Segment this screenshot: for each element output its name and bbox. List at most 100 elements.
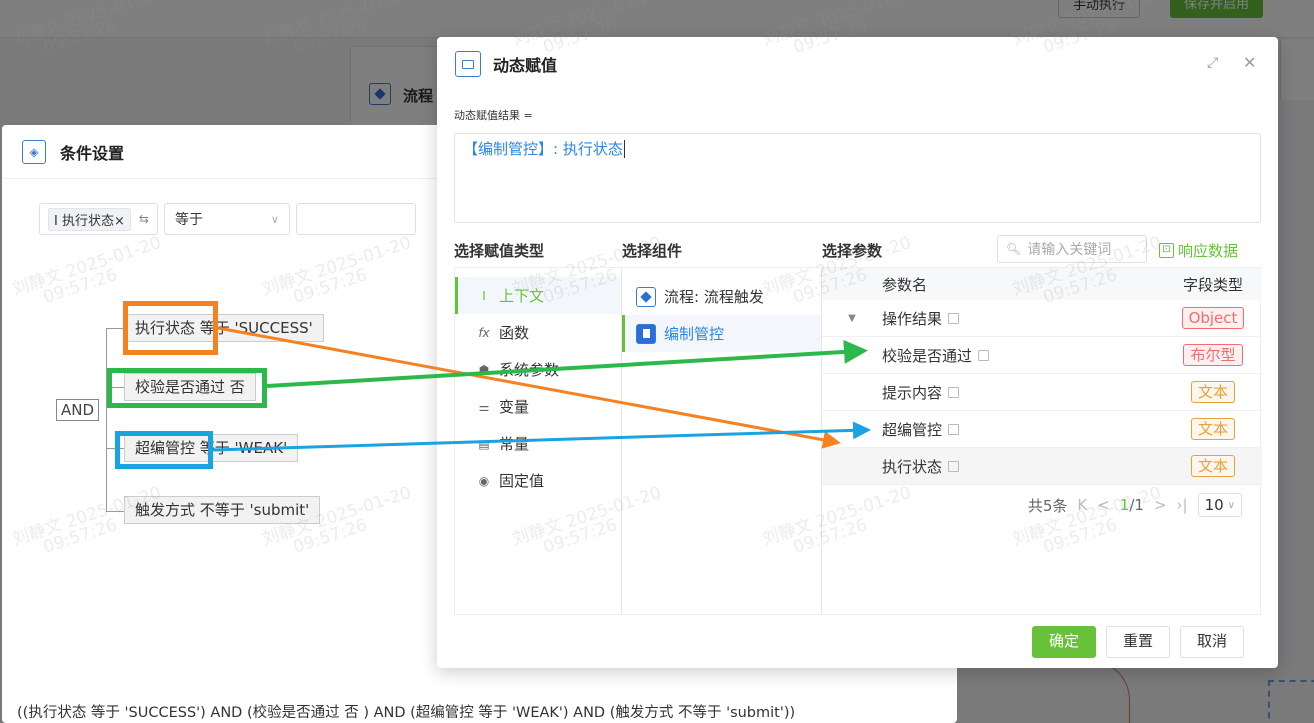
condition-node[interactable]: 触发方式 不等于 'submit'	[124, 496, 321, 524]
highlight-box-green	[107, 368, 267, 408]
tree-connector	[106, 328, 107, 511]
component-list: 流程: 流程触发 编制管控	[622, 268, 822, 614]
type-tag: 布尔型	[1183, 344, 1243, 366]
response-data-icon: ⊡	[1159, 243, 1174, 258]
document-icon	[636, 323, 656, 344]
monitor-icon	[455, 51, 481, 77]
condition-toolbar: I 执行状态× ⇆ 等于 ∨	[39, 203, 416, 235]
cancel-button[interactable]: 取消	[1180, 626, 1245, 658]
condition-dialog-title: 条件设置	[60, 144, 125, 163]
variable-icon: ⚌	[478, 399, 490, 414]
chevron-down-icon: ∨	[270, 212, 279, 226]
type-item-fixed-value[interactable]: ◉ 固定值	[455, 462, 621, 499]
response-data-label: 响应数据	[1178, 242, 1239, 260]
param-name: 操作结果	[882, 309, 943, 328]
search-icon: 🔍︎	[1006, 242, 1022, 256]
close-icon[interactable]: ✕	[1243, 53, 1256, 72]
dialog-header: 动态赋值 ⤢ ✕	[437, 37, 1278, 89]
expand-arrow-icon[interactable]: ▼	[822, 313, 882, 324]
type-item-context[interactable]: I 上下文	[455, 277, 621, 314]
component-column-title: 选择组件	[622, 242, 683, 260]
type-label: 上下文	[499, 287, 545, 305]
response-data-toggle[interactable]: ⊡ 响应数据	[1159, 240, 1238, 261]
type-item-constant[interactable]: ▤ 常量	[455, 425, 621, 462]
first-page-button[interactable]: K	[1077, 496, 1087, 514]
result-editor[interactable]: 【编制管控】: 执行状态	[454, 133, 1261, 223]
type-label: 常量	[499, 435, 530, 453]
type-item-variable[interactable]: ⚌ 变量	[455, 388, 621, 425]
field-chip-label: 执行状态	[61, 213, 114, 229]
fixed-value-icon: ◉	[478, 473, 490, 488]
and-operator[interactable]: AND	[56, 399, 100, 421]
field-icon	[948, 386, 960, 398]
param-name: 执行状态	[882, 457, 943, 476]
component-label: 编制管控	[664, 325, 725, 343]
field-chip: I 执行状态×	[48, 207, 131, 231]
component-item-staffing-control[interactable]: 编制管控	[622, 315, 821, 352]
type-tag: 文本	[1190, 381, 1235, 403]
page-size-value: 10	[1204, 496, 1224, 514]
operator-value: 等于	[174, 212, 203, 228]
param-row[interactable]: 超编管控 文本	[822, 411, 1262, 448]
field-icon	[978, 349, 990, 361]
current-page: 1	[1119, 496, 1130, 514]
link-icon[interactable]: ⇆	[139, 212, 149, 226]
chip-close-icon[interactable]: ×	[114, 214, 125, 229]
next-page-button[interactable]: >	[1154, 496, 1167, 514]
type-label: 函数	[499, 324, 530, 342]
highlight-box-orange	[123, 301, 218, 355]
param-row[interactable]: ▼ 操作结果 Object	[822, 300, 1262, 337]
result-value: 【编制管控】: 执行状态	[463, 140, 625, 158]
dialog-title: 动态赋值	[493, 56, 558, 75]
component-label: 流程: 流程触发	[664, 288, 764, 306]
type-tag: 文本	[1190, 455, 1235, 477]
total-pages: /1	[1129, 496, 1144, 514]
type-tag: Object	[1181, 307, 1245, 329]
field-icon	[948, 423, 960, 435]
type-list: I 上下文 fx 函数 ⬢ 系统参数 ⚌ 变量 ▤ 常量 ◉ 固定值	[455, 268, 622, 614]
tree-branch	[106, 511, 124, 512]
param-name-header: 参数名	[882, 275, 928, 294]
last-page-button[interactable]: ›|	[1177, 496, 1188, 514]
param-row[interactable]: 执行状态 文本	[822, 448, 1262, 485]
highlight-box-blue	[115, 431, 213, 469]
param-column-title: 选择参数	[822, 242, 883, 260]
reset-button[interactable]: 重置	[1106, 626, 1171, 658]
tree-branch	[106, 328, 124, 329]
param-row[interactable]: 校验是否通过 布尔型	[822, 337, 1262, 374]
selection-panels: I 上下文 fx 函数 ⬢ 系统参数 ⚌ 变量 ▤ 常量 ◉ 固定值 流程: 流程触发	[454, 267, 1262, 615]
param-table: 参数名 字段类型 ▼ 操作结果 Object 校验是否通过 布尔型 提示内容 文…	[822, 268, 1262, 614]
type-label: 固定值	[499, 472, 545, 490]
confirm-button[interactable]: 确定	[1032, 626, 1097, 658]
param-name: 提示内容	[882, 383, 943, 402]
field-selector[interactable]: I 执行状态× ⇆	[39, 203, 158, 235]
constant-icon: ▤	[478, 436, 490, 451]
value-input[interactable]	[295, 203, 416, 235]
search-placeholder: 请输入关键词	[1027, 242, 1112, 258]
context-icon: I	[482, 288, 486, 303]
expand-icon[interactable]: ⤢	[1207, 55, 1218, 71]
field-icon	[948, 312, 960, 324]
type-item-function[interactable]: fx 函数	[455, 314, 621, 351]
dialog-actions: 确定 重置 取消	[1032, 626, 1245, 658]
prev-page-button[interactable]: <	[1097, 496, 1110, 514]
condition-expression: ((执行状态 等于 'SUCCESS') AND (校验是否通过 否 ) AND…	[17, 705, 796, 721]
page-size-select[interactable]: 10 ∨	[1197, 493, 1242, 517]
type-tag: 文本	[1190, 418, 1235, 440]
layers-icon: ◈	[22, 140, 46, 164]
search-input[interactable]: 🔍︎ 请输入关键词	[997, 235, 1147, 263]
system-param-icon: ⬢	[478, 362, 490, 377]
chevron-down-icon: ∨	[1227, 499, 1235, 511]
text-cursor-icon: I	[54, 213, 62, 229]
result-label: 动态赋值结果 =	[454, 109, 533, 122]
type-item-system-param[interactable]: ⬢ 系统参数	[455, 351, 621, 388]
type-label: 变量	[499, 398, 530, 416]
param-name: 超编管控	[882, 420, 943, 439]
component-item-flow-trigger[interactable]: 流程: 流程触发	[622, 278, 821, 315]
operator-select[interactable]: 等于 ∨	[163, 203, 290, 235]
param-table-header: 参数名 字段类型	[822, 268, 1262, 300]
total-count: 共5条	[1027, 496, 1068, 515]
dynamic-assign-dialog: 动态赋值 ⤢ ✕ 动态赋值结果 = 【编制管控】: 执行状态 选择赋值类型 选择…	[437, 37, 1278, 668]
field-type-header: 字段类型	[1182, 275, 1243, 294]
param-row[interactable]: 提示内容 文本	[822, 374, 1262, 411]
